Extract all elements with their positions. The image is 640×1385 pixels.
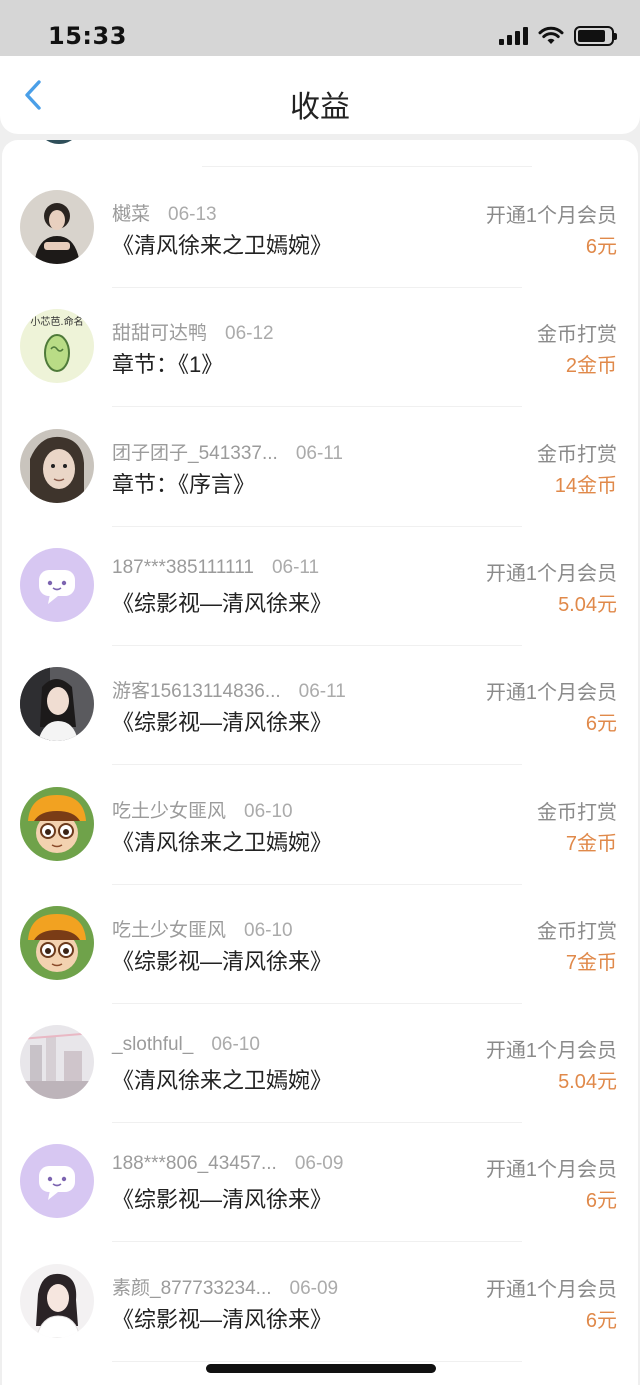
earnings-row[interactable]: 游客15613114836... 06-11 《综影视—清风徐来》 开通1个月会员 6元: [2, 646, 638, 766]
avatar[interactable]: [20, 190, 94, 264]
home-indicator[interactable]: [206, 1364, 436, 1373]
row-meta: 素颜_877733234... 06-09: [112, 1273, 338, 1300]
row-type: 开通1个月会员: [485, 562, 617, 585]
row-amount: 14金币: [554, 474, 617, 497]
earnings-row[interactable]: 188***806_43457... 06-09 《综影视—清风徐来》 开通1个月会员…: [2, 1123, 638, 1243]
wifi-icon: [538, 26, 564, 44]
row-amount: 6元: [585, 1309, 617, 1332]
row-username: 团子团子_541337...: [112, 442, 278, 464]
row-amount: 7金币: [565, 951, 617, 974]
status-icons: [499, 26, 617, 46]
row-date: 06-09: [294, 1153, 344, 1175]
status-bar: 15:33: [0, 0, 640, 56]
row-meta: 188***806_43457... 06-09: [112, 1153, 343, 1175]
row-type: 金币打赏: [537, 443, 617, 466]
earnings-row[interactable]: 吃土少女匪风 06-10 《清风徐来之卫嫣婉》 金币打赏 7金币: [2, 766, 638, 885]
avatar[interactable]: [20, 1025, 94, 1100]
row-username: 游客15613114836...: [112, 681, 281, 703]
row-title: 章节：《序言》: [112, 471, 256, 497]
row-type: 开通1个月会员: [485, 1278, 617, 1301]
row-date: 06-09: [289, 1277, 339, 1299]
row-meta: 甜甜可达鸭 06-12: [112, 318, 274, 345]
earnings-list[interactable]: 樾菜 06-13 《清风徐来之卫嫣婉》 开通1个月会员 6元 小芯芭.命名 甜甜可达鸭 06-…: [2, 140, 638, 1385]
earnings-row[interactable]: 吃土少女匪风 06-10 《综影视—清风徐来》 金币打赏 7金币: [2, 885, 638, 1004]
row-date: 06-11: [298, 681, 346, 703]
row-type: 金币打赏: [537, 801, 617, 824]
earnings-row[interactable]: 小芯芭.命名 甜甜可达鸭 06-12 章节：《1》 金币打赏 2金币: [2, 288, 638, 408]
earnings-row[interactable]: 素颜_877733234... 06-09 《综影视—清风徐来》 开通1个月会员 6元: [2, 1243, 638, 1362]
battery-icon: [574, 26, 617, 46]
row-amount: 6元: [585, 713, 617, 736]
earnings-row[interactable]: 团子团子_541337... 06-11 章节：《序言》 金币打赏 14金币: [2, 408, 638, 527]
row-type: 开通1个月会员: [485, 1040, 617, 1063]
row-amount: 5.04元: [558, 593, 617, 616]
page-title: 收益: [290, 91, 350, 124]
row-title: 《综影视—清风徐来》: [112, 948, 333, 974]
row-date: 06-13: [168, 204, 217, 225]
row-type: 金币打赏: [537, 920, 617, 943]
battery-level: [578, 30, 606, 42]
row-date: 06-11: [271, 556, 320, 578]
row-date: 06-12: [225, 323, 274, 345]
divider: [202, 166, 532, 167]
row-title: 《清风徐来之卫嫣婉》: [112, 1068, 333, 1094]
row-meta: 吃土少女匪风 06-10: [112, 915, 293, 942]
row-username: 吃土少女匪风: [112, 919, 227, 941]
row-amount: 6元: [585, 236, 617, 258]
row-amount: 2金币: [565, 355, 617, 378]
row-type: 开通1个月会员: [485, 205, 617, 227]
avatar[interactable]: [20, 547, 94, 622]
row-date: 06-10: [211, 1034, 260, 1056]
earnings-row[interactable]: _slothful_ 06-10 《清风徐来之卫嫣婉》 开通1个月会员 5.04元: [2, 1004, 638, 1124]
avatar[interactable]: [20, 786, 94, 861]
avatar-doodle-text: 小芯芭.命名: [30, 315, 83, 328]
row-username: 素颜_877733234...: [112, 1277, 272, 1299]
cellular-signal-icon: [499, 27, 528, 45]
row-meta: _slothful_ 06-10: [112, 1034, 260, 1056]
row-type: 金币打赏: [537, 324, 617, 347]
row-meta: 吃土少女匪风 06-10: [112, 796, 293, 823]
row-username: 甜甜可达鸭: [112, 323, 208, 345]
row-amount: 5.04元: [558, 1071, 617, 1094]
row-title: 《清风徐来之卫嫣婉》: [112, 829, 333, 855]
row-username: 187***385111111: [112, 556, 254, 578]
divider: [112, 1360, 522, 1362]
avatar[interactable]: [20, 428, 94, 503]
earnings-row[interactable]: 187***385111111 06-11 《综影视—清风徐来》 开通1个月会员 5.0…: [2, 527, 638, 646]
avatar[interactable]: 小芯芭.命名: [20, 309, 94, 384]
row-date: 06-10: [244, 919, 293, 941]
row-meta: 团子团子_541337... 06-11: [112, 438, 343, 465]
row-username: 樾菜: [112, 204, 151, 225]
row-title: 《综影视—清风徐来》: [112, 590, 333, 616]
avatar[interactable]: [20, 905, 94, 980]
row-amount: 6元: [585, 1190, 617, 1213]
row-title: 章节：《1》: [112, 352, 224, 378]
earnings-row[interactable]: 樾菜 06-13 《清风徐来之卫嫣婉》 开通1个月会员 6元: [2, 169, 638, 288]
avatar[interactable]: [20, 1263, 94, 1338]
avatar[interactable]: [20, 667, 94, 742]
row-date: 06-11: [295, 442, 343, 464]
row-meta: 樾菜 06-13: [112, 199, 217, 226]
row-username: 吃土少女匪风: [112, 800, 227, 822]
row-title: 《综影视—清风徐来》: [112, 710, 333, 736]
row-title: 《综影视—清风徐来》: [112, 1187, 333, 1213]
row-title: 《清风徐来之卫嫣婉》: [112, 233, 333, 258]
row-amount: 7金币: [565, 832, 617, 855]
nav-bar: 收益: [0, 56, 640, 134]
row-meta: 187***385111111 06-11: [112, 557, 319, 579]
avatar: [36, 140, 82, 144]
status-time: 15:33: [48, 22, 127, 50]
row-meta: 游客15613114836... 06-11: [112, 676, 346, 703]
row-type: 开通1个月会员: [485, 682, 617, 705]
avatar[interactable]: [20, 1144, 94, 1219]
row-type: 开通1个月会员: [485, 1159, 617, 1182]
row-username: _slothful_: [112, 1034, 194, 1056]
row-date: 06-10: [244, 800, 293, 822]
row-title: 《综影视—清风徐来》: [112, 1306, 333, 1332]
row-username: 188***806_43457...: [112, 1153, 277, 1175]
